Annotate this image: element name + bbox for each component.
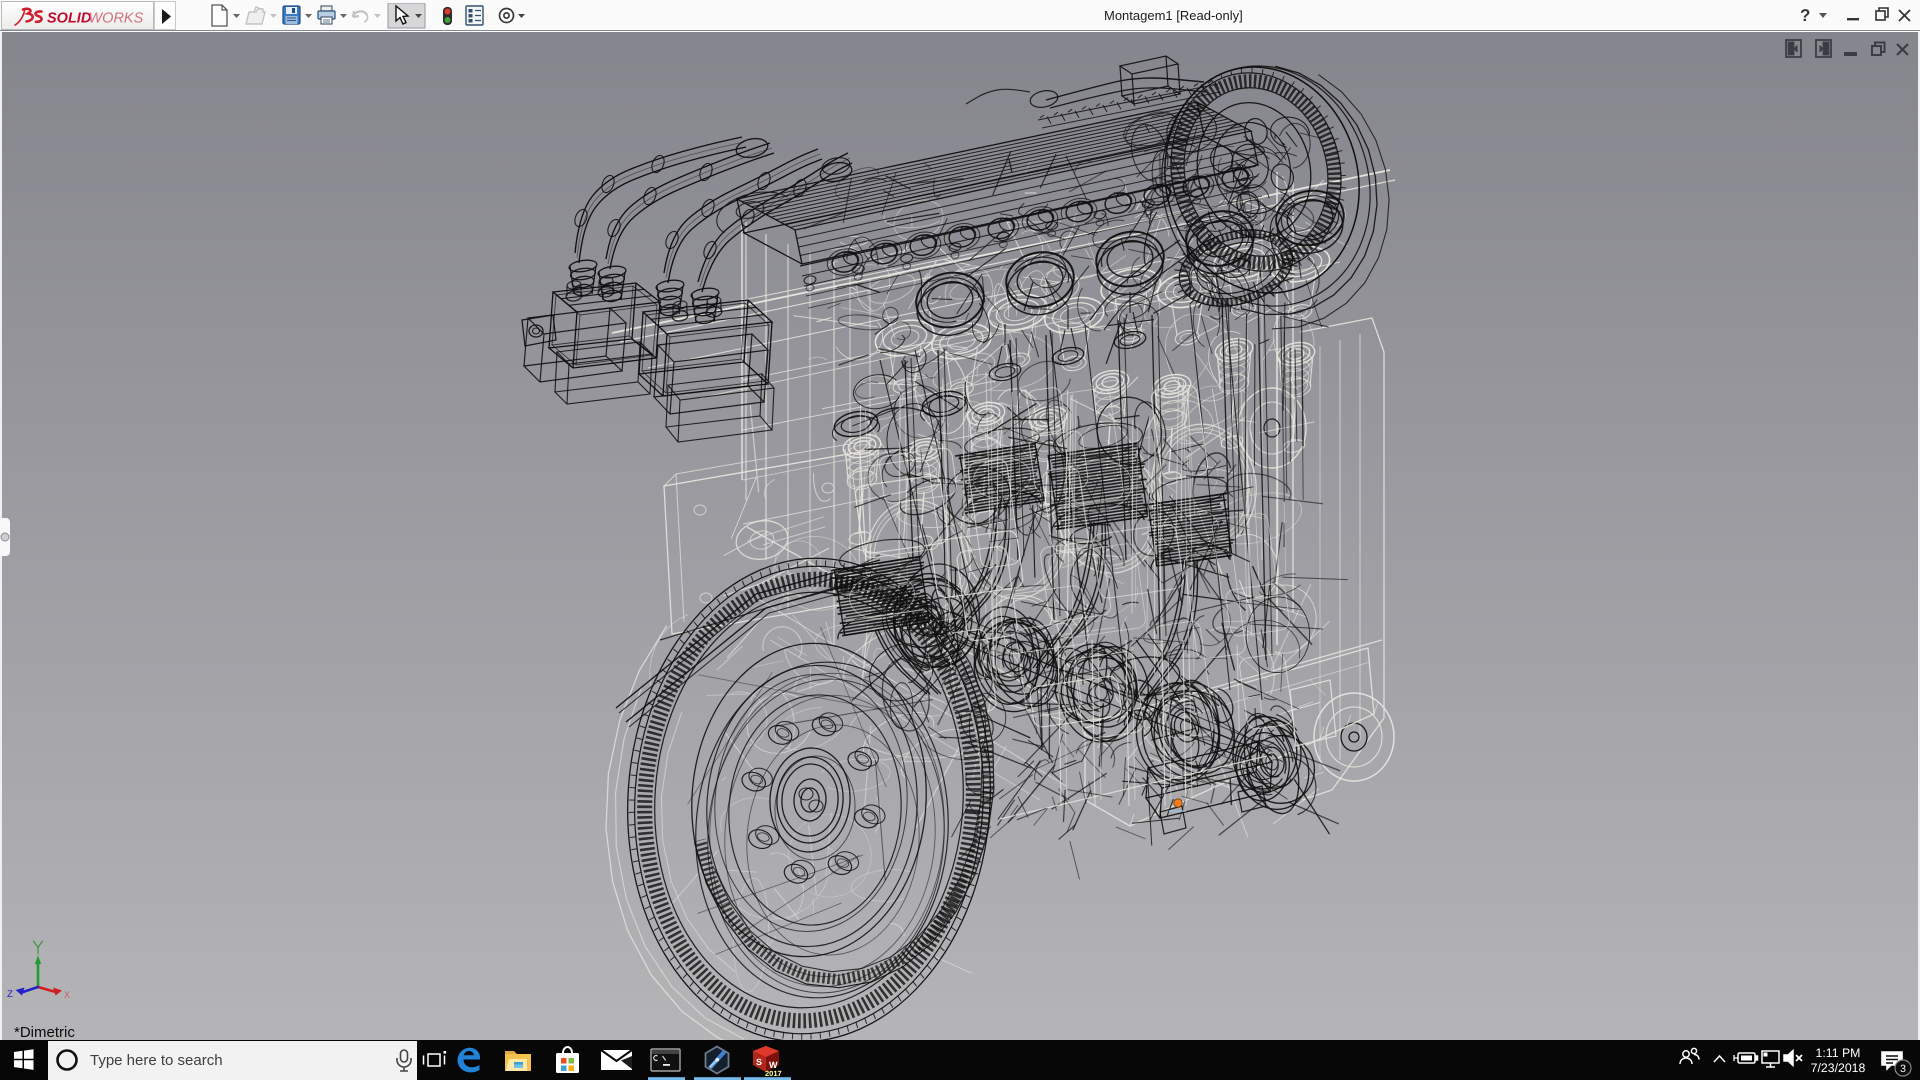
svg-text:Z: Z	[7, 990, 13, 1001]
svg-text:1:11 PM: 1:11 PM	[1816, 1046, 1861, 1060]
svg-text:2017: 2017	[765, 1069, 782, 1078]
svg-text:X: X	[64, 991, 70, 1002]
svg-text:7/23/2018: 7/23/2018	[1811, 1061, 1866, 1075]
svg-text:3: 3	[1900, 1063, 1906, 1075]
svg-text:S: S	[756, 1057, 762, 1067]
